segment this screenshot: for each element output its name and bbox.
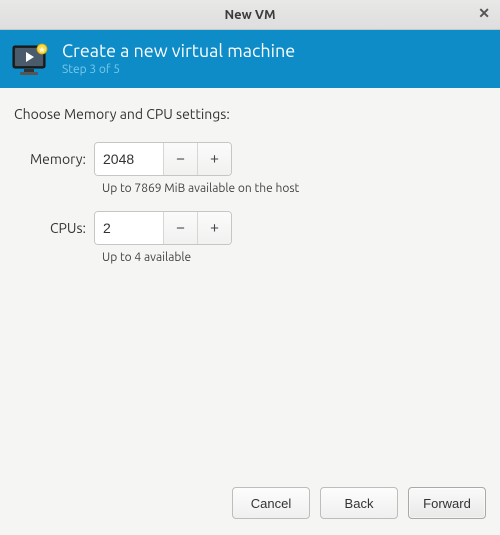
settings-prompt: Choose Memory and CPU settings: (14, 106, 486, 122)
memory-label: Memory: (14, 151, 94, 167)
memory-increment-button[interactable]: + (197, 143, 231, 175)
cpus-increment-button[interactable]: + (197, 212, 231, 244)
cancel-button[interactable]: Cancel (232, 487, 310, 519)
footer-buttons: Cancel Back Forward (0, 477, 500, 535)
window-title: New VM (224, 8, 275, 22)
back-button[interactable]: Back (320, 487, 398, 519)
memory-hint: Up to 7869 MiB available on the host (102, 182, 486, 195)
cpus-input[interactable] (95, 212, 163, 244)
header-step: Step 3 of 5 (62, 63, 295, 77)
memory-input[interactable] (95, 143, 163, 175)
close-icon[interactable]: ✕ (478, 6, 490, 20)
header-text: Create a new virtual machine Step 3 of 5 (62, 41, 295, 78)
cpus-label: CPUs: (14, 220, 94, 236)
vm-monitor-icon (12, 43, 50, 75)
memory-stepper: − + (94, 142, 232, 176)
memory-row: Memory: − + (14, 142, 486, 176)
header-title: Create a new virtual machine (62, 41, 295, 63)
titlebar: New VM ✕ (0, 0, 500, 30)
forward-button[interactable]: Forward (408, 487, 486, 519)
wizard-header: Create a new virtual machine Step 3 of 5 (0, 30, 500, 88)
cpus-stepper: − + (94, 211, 232, 245)
content-area: Choose Memory and CPU settings: Memory: … (0, 88, 500, 477)
memory-decrement-button[interactable]: − (163, 143, 197, 175)
cpus-decrement-button[interactable]: − (163, 212, 197, 244)
cpus-row: CPUs: − + (14, 211, 486, 245)
cpus-hint: Up to 4 available (102, 251, 486, 264)
